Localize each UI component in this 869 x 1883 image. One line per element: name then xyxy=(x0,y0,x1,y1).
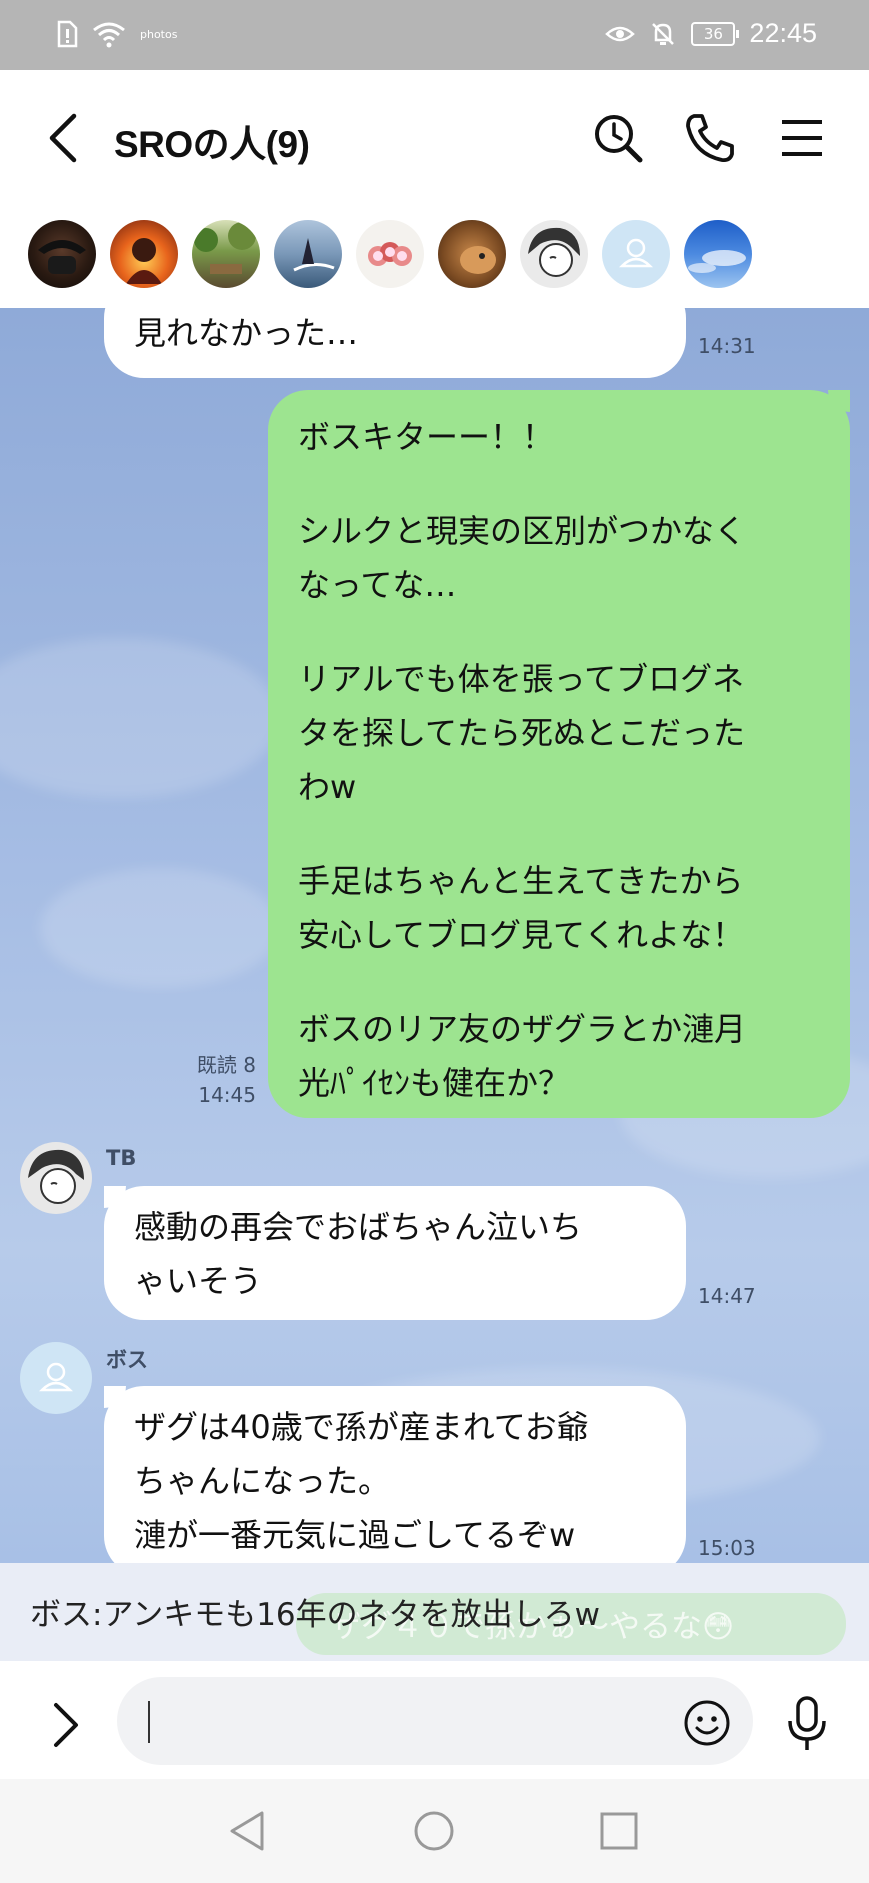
sender-name: TB xyxy=(106,1146,137,1170)
message-bubble-outgoing[interactable]: ボスキターー！！ シルクと現実の区別がつかなく なってな… リアルでも体を張って… xyxy=(268,390,850,1118)
expand-chevron-icon[interactable] xyxy=(48,1701,84,1749)
message-line: シルクと現実の区別がつかなく xyxy=(298,512,747,550)
emoji-icon[interactable] xyxy=(682,1698,732,1748)
sender-name: ボス xyxy=(106,1348,148,1372)
member-avatar-1[interactable] xyxy=(28,220,96,288)
message-time: 14:31 xyxy=(698,334,756,358)
phone-icon[interactable] xyxy=(682,110,738,166)
read-count: 既読 8 xyxy=(196,1053,256,1077)
member-avatar-7[interactable] xyxy=(520,220,588,288)
read-receipt: 既読 8 14:45 xyxy=(150,1050,256,1110)
member-avatar-3[interactable] xyxy=(192,220,260,288)
message-field[interactable] xyxy=(117,1677,753,1765)
message-line: ザグは40歳で孫が産まれてお爺 xyxy=(134,1408,589,1446)
member-avatar-9[interactable] xyxy=(684,220,752,288)
wifi-icon xyxy=(93,22,125,48)
text-cursor xyxy=(148,1701,150,1743)
message-time: 14:47 xyxy=(698,1284,756,1308)
message-line: ゃいそう xyxy=(134,1262,263,1300)
eye-comfort-icon xyxy=(605,26,636,41)
message-bubble-incoming[interactable]: ザグは40歳で孫が産まれてお爺 ちゃんになった。 漣が一番元気に過ごしてるぞw xyxy=(104,1386,686,1563)
background-cloud xyxy=(0,638,280,798)
microphone-icon[interactable] xyxy=(786,1695,828,1753)
menu-icon[interactable] xyxy=(774,110,830,166)
message-paragraph: ボスキターー！！ xyxy=(298,410,820,464)
message-time: 15:03 xyxy=(698,1536,756,1560)
status-time: 22:45 xyxy=(749,18,817,48)
nav-recents-icon[interactable] xyxy=(597,1809,641,1853)
message-line: タを探してたら死ぬとこだった xyxy=(298,714,746,752)
message-paragraph: シルクと現実の区別がつかなく なってな… xyxy=(298,504,820,612)
message-line: ボスキターー！！ xyxy=(298,418,555,456)
background-cloud xyxy=(40,868,280,988)
member-avatar-6[interactable] xyxy=(438,220,506,288)
message-line: 手足はちゃんと生えてきたから xyxy=(298,862,744,900)
member-avatar-2[interactable] xyxy=(110,220,178,288)
message-paragraph: ボスのリア友のザグラとか漣月 光ﾊﾟｲｾﾝも健在か？ xyxy=(298,1002,820,1110)
chat-title: SROの人(9) xyxy=(114,124,310,165)
message-line: なってな… xyxy=(298,566,457,604)
message-text: 見れなかった… xyxy=(134,314,359,352)
status-left: photos xyxy=(56,20,177,48)
message-line: ボスのリア友のザグラとか漣月 xyxy=(298,1010,747,1048)
photos-notification-label: photos xyxy=(140,27,178,41)
message-input[interactable] xyxy=(147,1695,667,1747)
message-preview-bar[interactable]: ザグ４０で孫かぁ〜やるな😳 ボス:アンキモも16年のネタを放出しろw xyxy=(0,1563,869,1661)
message-line: リアルでも体を張ってブログネ xyxy=(298,660,745,698)
message-paragraph: リアルでも体を張ってブログネ タを探してたら死ぬとこだった わw xyxy=(298,652,820,814)
message-line: 漣が一番元気に過ごしてるぞw xyxy=(134,1516,576,1554)
member-avatar-row xyxy=(0,208,869,308)
latest-message-preview: ボス:アンキモも16年のネタを放出しろw xyxy=(30,1597,601,1633)
status-right: 36 22:45 xyxy=(605,18,817,49)
message-input-bar xyxy=(0,1661,869,1779)
message-bubble-incoming[interactable]: 感動の再会でおばちゃん泣いち ゃいそう xyxy=(104,1186,686,1320)
sim-alert-icon xyxy=(57,20,78,48)
status-bar: photos 36 22:45 xyxy=(0,0,869,70)
nav-home-icon[interactable] xyxy=(412,1809,456,1853)
message-paragraph: 手足はちゃんと生えてきたから 安心してブログ見てくれよな！ xyxy=(298,854,820,962)
message-line: ちゃんになった。 xyxy=(134,1462,391,1500)
member-avatar-4[interactable] xyxy=(274,220,342,288)
chat-header: SROの人(9) xyxy=(0,70,869,208)
message-line: わw xyxy=(298,768,357,806)
system-nav-bar xyxy=(0,1779,869,1883)
nav-back-icon[interactable] xyxy=(226,1809,270,1853)
sender-avatar-boss[interactable] xyxy=(20,1342,92,1414)
battery-indicator: 36 xyxy=(691,21,740,46)
message-line: 感動の再会でおばちゃん泣いち xyxy=(134,1208,583,1246)
message-time: 14:45 xyxy=(198,1083,256,1107)
message-bubble-incoming[interactable]: 見れなかった… xyxy=(104,308,686,378)
mute-notification-icon xyxy=(652,22,675,45)
sender-avatar-tb[interactable] xyxy=(20,1142,92,1214)
member-avatar-8[interactable] xyxy=(602,220,670,288)
member-avatar-5[interactable] xyxy=(356,220,424,288)
back-arrow-icon[interactable] xyxy=(42,110,88,166)
search-history-icon[interactable] xyxy=(590,110,646,166)
message-line: 光ﾊﾟｲｾﾝも健在か？ xyxy=(298,1064,571,1102)
chat-message-area[interactable]: 見れなかった… 14:31 ボスキターー！！ シルクと現実の区別がつかなく なっ… xyxy=(0,308,869,1563)
message-line: 安心してブログ見てくれよな！ xyxy=(298,916,745,954)
